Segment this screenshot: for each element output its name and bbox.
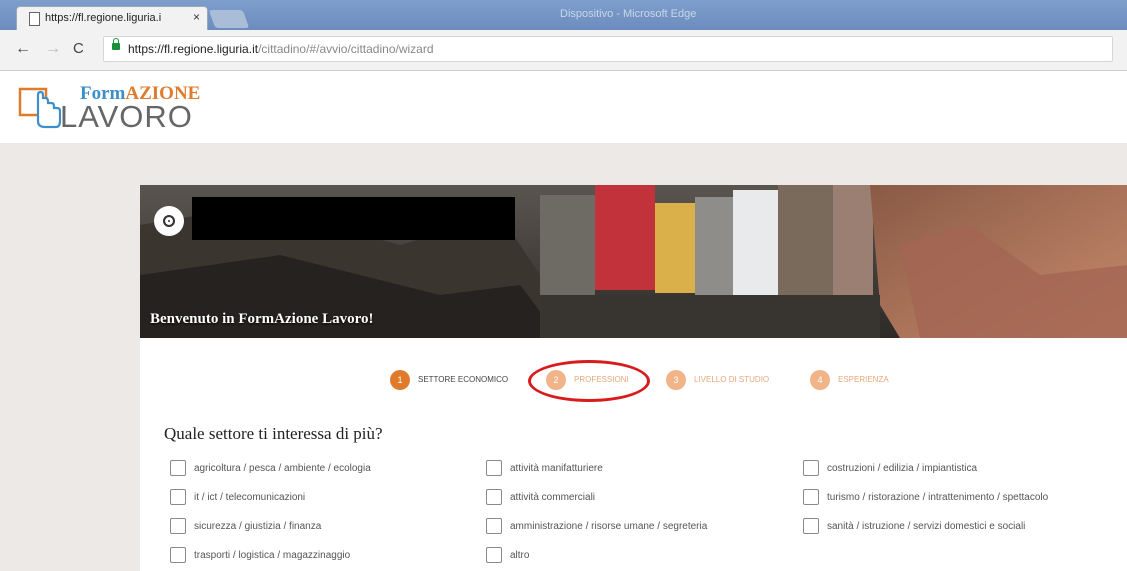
checkbox[interactable] xyxy=(170,460,186,476)
welcome-text: Benvenuto in FormAzione Lavoro! xyxy=(150,311,374,327)
forward-button[interactable]: → xyxy=(45,40,61,58)
tab-close-button[interactable]: × xyxy=(193,10,200,24)
window-title: Dispositivo - Microsoft Edge xyxy=(560,8,697,20)
url-host: https://fl.regione.liguria.it xyxy=(128,42,259,56)
checkbox[interactable] xyxy=(486,518,502,534)
site-header: FormAZIONE LAVORO xyxy=(0,71,1127,143)
checkbox[interactable] xyxy=(486,460,502,476)
tab-title: https://fl.regione.liguria.i xyxy=(45,12,162,24)
browser-tab-strip: https://fl.regione.liguria.i × Dispositi… xyxy=(0,0,1127,30)
option-label: attività commerciali xyxy=(510,492,596,503)
reload-button[interactable]: C xyxy=(73,40,84,57)
user-icon xyxy=(163,215,175,227)
browser-tab[interactable]: https://fl.regione.liguria.i × xyxy=(16,6,208,30)
option-label: sicurezza / giustizia / finanza xyxy=(194,521,322,532)
option-label: amministrazione / risorse umane / segret… xyxy=(510,521,708,532)
step-number: 4 xyxy=(810,370,830,390)
option-label: agricoltura / pesca / ambiente / ecologi… xyxy=(194,463,371,474)
option-label: sanità / istruzione / servizi domestici … xyxy=(827,521,1026,532)
url-text: https://fl.regione.liguria.it/cittadino/… xyxy=(128,42,434,56)
checkbox[interactable] xyxy=(486,489,502,505)
option-label: trasporti / logistica / magazzinaggio xyxy=(194,550,351,561)
lock-icon xyxy=(112,38,120,50)
question-title: Quale settore ti interessa di più? xyxy=(164,424,383,443)
checkbox[interactable] xyxy=(803,460,819,476)
checkbox[interactable] xyxy=(486,547,502,563)
step-number: 1 xyxy=(390,370,410,390)
step-number: 3 xyxy=(666,370,686,390)
step-label: ESPERIENZA xyxy=(838,375,889,384)
checkbox[interactable] xyxy=(803,518,819,534)
url-input[interactable]: https://fl.regione.liguria.it/cittadino/… xyxy=(103,36,1113,62)
user-avatar[interactable] xyxy=(154,206,184,236)
step-label: LIVELLO DI STUDIO xyxy=(694,375,770,384)
back-button[interactable]: ← xyxy=(15,40,31,58)
checkbox[interactable] xyxy=(803,489,819,505)
option-label: altro xyxy=(510,550,530,561)
logo-lavoro: LAVORO xyxy=(60,99,193,134)
step-label: SETTORE ECONOMICO xyxy=(418,375,509,384)
checkbox[interactable] xyxy=(170,489,186,505)
option-label: it / ict / telecomunicazioni xyxy=(194,492,306,503)
url-path: /cittadino/#/avvio/cittadino/wizard xyxy=(258,42,434,56)
checkbox[interactable] xyxy=(170,547,186,563)
logo-icon xyxy=(18,87,62,129)
address-bar-row: ← → C https://fl.regione.liguria.it/citt… xyxy=(0,30,1127,71)
option-label: turismo / ristorazione / intrattenimento… xyxy=(827,492,1049,503)
option-label: attività manifatturiere xyxy=(510,463,603,474)
checkbox[interactable] xyxy=(170,518,186,534)
page-icon xyxy=(29,12,40,26)
new-tab-button[interactable] xyxy=(208,10,250,28)
redacted-username xyxy=(192,197,515,240)
highlight-circle xyxy=(528,360,650,402)
option-label: costruzioni / edilizia / impiantistica xyxy=(827,463,978,474)
